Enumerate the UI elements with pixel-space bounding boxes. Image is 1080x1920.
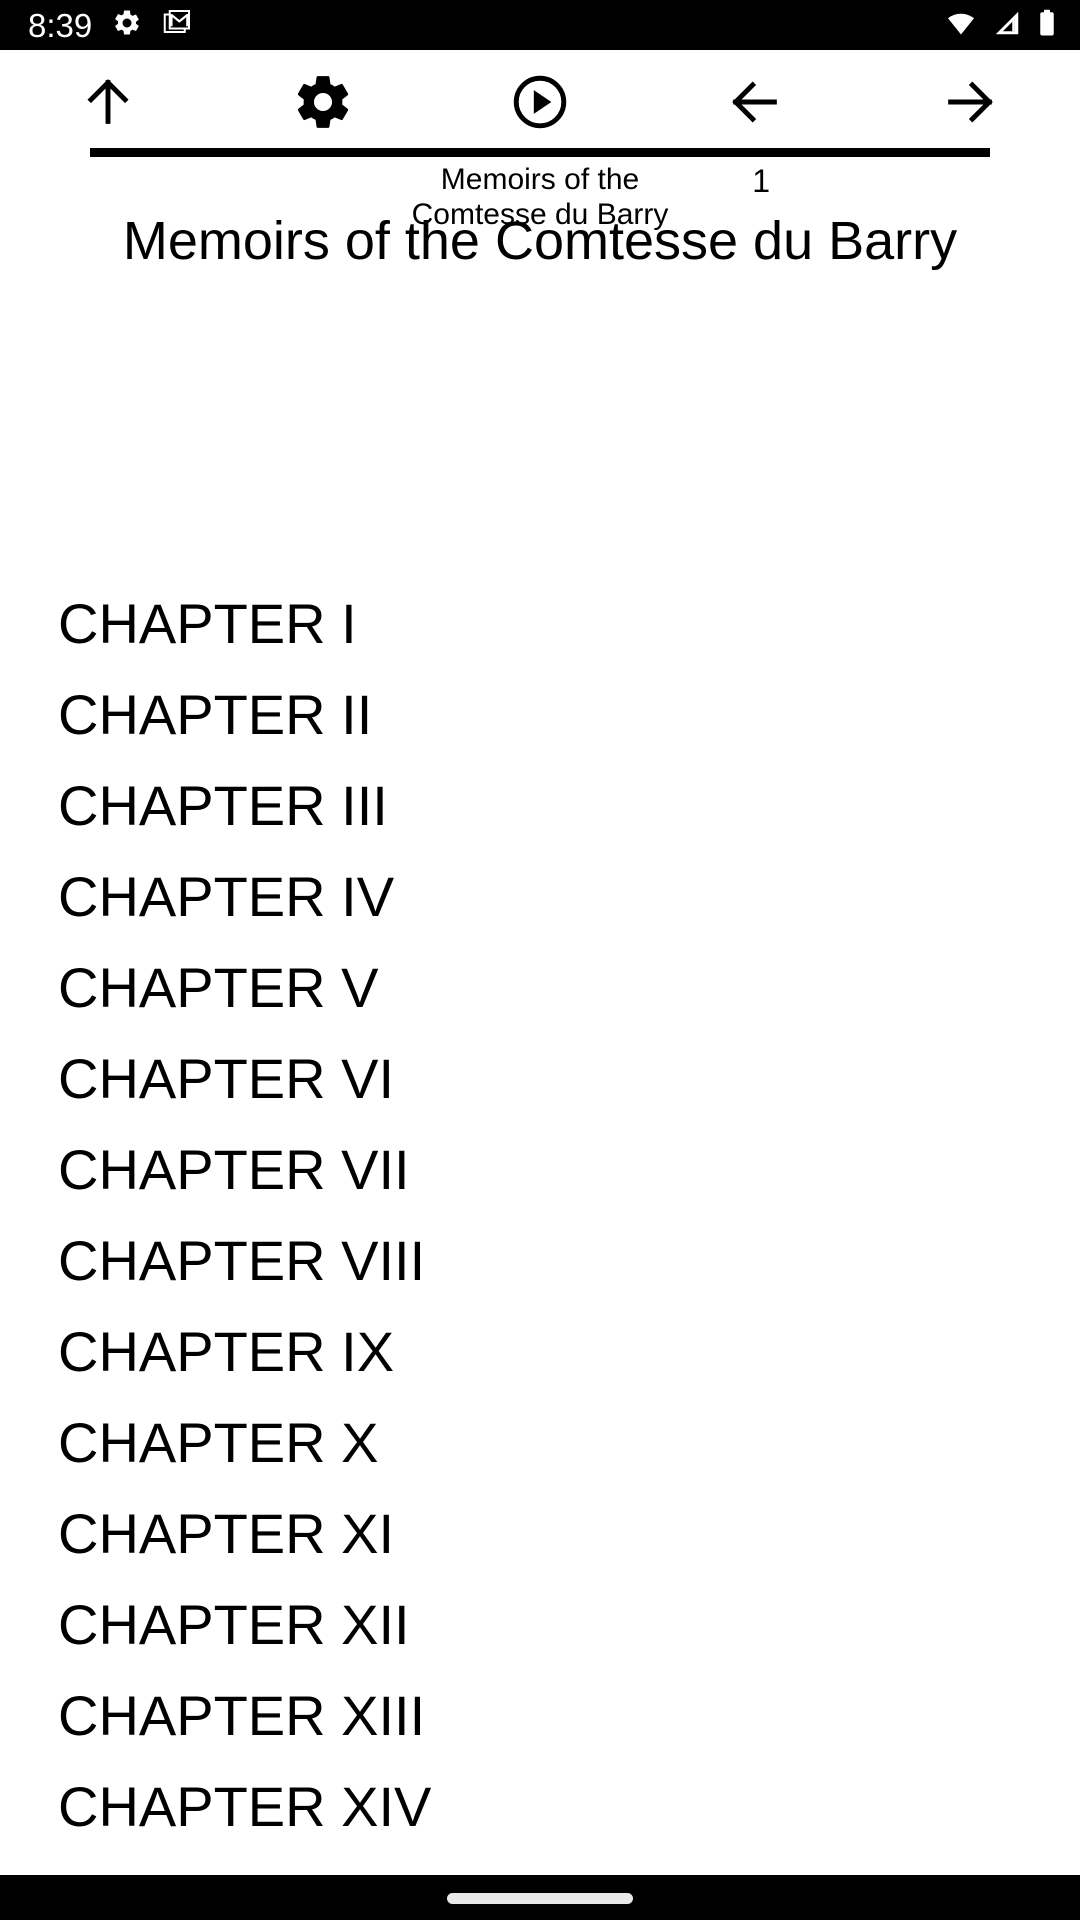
arrow-left-icon	[724, 71, 786, 138]
running-head-line-1: Memoirs of the	[440, 163, 640, 196]
list-item[interactable]: CHAPTER XV	[0, 1852, 1080, 1875]
book-title: Memoirs of the Comtesse du Barry	[122, 211, 958, 271]
status-bar-clock: 8:39	[28, 6, 93, 44]
system-status-bar: 8:39	[0, 0, 1080, 50]
list-item[interactable]: CHAPTER X	[0, 1397, 1080, 1488]
title-divider-rule	[90, 148, 990, 157]
next-page-button[interactable]	[910, 50, 1030, 158]
page-number: 1	[752, 163, 770, 199]
battery-icon	[1036, 8, 1058, 43]
gear-icon	[292, 71, 354, 138]
play-circle-icon	[509, 71, 571, 138]
list-item[interactable]: CHAPTER V	[0, 942, 1080, 1033]
previous-page-button[interactable]	[695, 50, 815, 158]
settings-button[interactable]	[263, 50, 383, 158]
cellular-signal-icon	[991, 8, 1023, 43]
list-item[interactable]: CHAPTER III	[0, 760, 1080, 851]
list-item[interactable]: CHAPTER IV	[0, 851, 1080, 942]
arrow-right-icon	[939, 71, 1001, 138]
gmail-icon	[162, 8, 192, 43]
document-header: Memoirs of the Comtesse du Barry 1 Memoi…	[0, 158, 1080, 306]
list-item[interactable]: CHAPTER VII	[0, 1124, 1080, 1215]
status-bar-left-group: 8:39	[28, 8, 192, 43]
list-item[interactable]: CHAPTER I	[0, 578, 1080, 669]
list-item[interactable]: CHAPTER XIII	[0, 1670, 1080, 1761]
list-item[interactable]: CHAPTER XIV	[0, 1761, 1080, 1852]
home-gesture-pill[interactable]	[447, 1893, 633, 1904]
scroll-up-button[interactable]	[48, 50, 168, 158]
list-item[interactable]: CHAPTER II	[0, 669, 1080, 760]
list-item[interactable]: CHAPTER IX	[0, 1306, 1080, 1397]
list-item[interactable]: CHAPTER VIII	[0, 1215, 1080, 1306]
reader-toolbar	[0, 50, 1080, 158]
status-bar-right-group	[944, 8, 1058, 43]
play-button[interactable]	[480, 50, 600, 158]
settings-gear-icon	[112, 8, 142, 43]
list-item[interactable]: CHAPTER XI	[0, 1488, 1080, 1579]
chapter-list[interactable]: CHAPTER I CHAPTER II CHAPTER III CHAPTER…	[0, 315, 1080, 1875]
reader-app-screen: 8:39 Memoirs of the Comtesse du Barry 1 …	[0, 0, 1080, 1920]
wifi-icon	[944, 8, 978, 43]
list-item[interactable]: CHAPTER XII	[0, 1579, 1080, 1670]
system-navigation-bar	[0, 1875, 1080, 1920]
list-item[interactable]: CHAPTER VI	[0, 1033, 1080, 1124]
arrow-up-icon	[77, 71, 139, 138]
